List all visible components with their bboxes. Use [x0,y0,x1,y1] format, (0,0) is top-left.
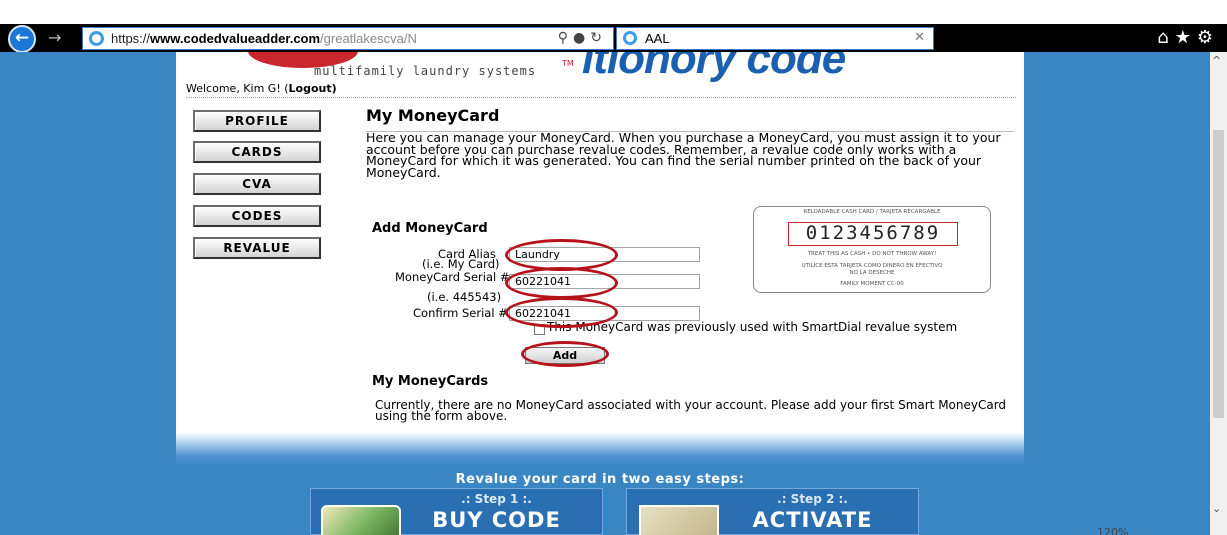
sample-card-image: RELOADABLE CASH CARD / TARJETA RECARGABL… [753,206,991,293]
step-2-label: .: Step 2 :. [777,492,848,506]
logo-header: multifamily laundry systems TM itionory … [176,52,1024,82]
highlight-oval-confirm [505,297,618,328]
ie-icon [89,31,104,46]
search-icon[interactable]: ⚲ [558,30,573,46]
sample-card-line-4: FAMILY MOMENT CC-00 [840,281,904,287]
sample-card-line-3: NO LA DESECHE [849,270,895,276]
add-moneycard-heading: Add MoneyCard [372,221,488,236]
highlight-oval-add [521,341,609,367]
sample-card-header: RELOADABLE CASH CARD / TARJETA RECARGABL… [803,209,941,215]
menu-cva-button[interactable]: CVA [193,173,321,195]
step-1-action: BUY CODE [432,508,561,532]
url-text[interactable]: https://www.codedvalueadder.com/greatlak… [111,31,417,46]
browser-toolbar: ← → https://www.codedvalueadder.com/grea… [0,24,1227,53]
smartdial-checkbox-label: This MoneyCard was previously used with … [547,320,958,334]
page-content: multifamily laundry systems TM itionory … [176,52,1024,535]
moneycard-serial-hint: (i.e. 445543) [427,290,502,304]
no-cards-message: Currently, there are no MoneyCard associ… [375,398,1007,423]
welcome-close-paren: ) [331,82,337,95]
address-bar-icons[interactable]: ⚲●↻ [558,30,607,46]
revalue-steps-heading: Revalue your card in two easy steps: [455,472,745,487]
menu-revalue-button[interactable]: REVALUE [193,237,321,259]
confirm-serial-label: Confirm Serial # [413,306,508,320]
sample-card-line-1: TREAT THIS AS CASH • DO NOT THROW AWAY! [807,251,937,257]
menu-codes-button[interactable]: CODES [193,205,321,227]
url-protocol: https:// [111,31,151,46]
page-title: My MoneyCard [366,106,500,125]
page-viewport: multifamily laundry systems TM itionory … [0,52,1210,535]
step-2-activate-banner[interactable]: .: Step 2 :. ACTIVATE [626,488,919,535]
sample-card-serial: 0123456789 [788,222,958,246]
logout-link[interactable]: Logout [289,82,332,95]
step-1-label: .: Step 1 :. [461,492,532,506]
scroll-up-icon[interactable]: ^ [1212,54,1221,67]
logo-trademark: TM [562,59,574,68]
my-moneycards-heading: My MoneyCards [372,374,489,389]
back-arrow-icon[interactable]: ← [8,25,36,53]
moneycard-serial-label: MoneyCard Serial # [395,270,510,284]
tab-title: AAL [645,31,670,46]
highlight-oval-serial [505,267,618,299]
settings-gear-icon[interactable]: ⚙ [1197,27,1219,48]
scrollbar-thumb[interactable] [1213,130,1224,418]
tab-close-icon[interactable]: ✕ [914,30,925,45]
browser-tab[interactable]: AAL ✕ [616,27,934,50]
welcome-message: Welcome, Kim G! (Logout) [186,82,337,95]
scroll-down-icon[interactable]: ⌄ [1212,502,1221,515]
refresh-icon[interactable]: ↻ [590,30,607,46]
step-2-action: ACTIVATE [752,508,873,532]
logo-subtitle: multifamily laundry systems [314,64,537,78]
water-banner [176,432,1024,466]
tab-favicon-icon [623,31,637,45]
browser-tool-icons: ⌂★⚙ [1157,27,1219,48]
url-host: www.codedvalueadder.com [150,31,321,46]
card-alias-hint: (i.e. My Card) [422,257,500,271]
zoom-level[interactable]: 120% [1097,526,1128,535]
menu-profile-button[interactable]: PROFILE [193,110,321,132]
url-path: /greatlakescva/N [320,31,417,46]
home-icon[interactable]: ⌂ [1157,27,1174,48]
address-bar[interactable]: https://www.codedvalueadder.com/greatlak… [82,27,614,50]
menu-cards-button[interactable]: CARDS [193,141,321,163]
sample-card-line-2: UTILICE ESTA TARJETA COMO DINERO EN EFEC… [801,263,943,269]
welcome-text: Welcome, Kim G! ( [186,82,289,95]
favorites-star-icon[interactable]: ★ [1175,27,1197,48]
step-1-buy-code-banner[interactable]: .: Step 1 :. BUY CODE [310,488,603,535]
forward-arrow-icon[interactable]: → [48,28,61,47]
lock-icon[interactable]: ● [573,30,590,46]
logo-wordmark: itionory code [582,52,846,82]
top-margin [0,0,1227,24]
header-divider [186,97,1016,98]
intro-text: Here you can manage your MoneyCard. When… [366,130,1001,180]
vertical-scrollbar[interactable]: ^ ⌄ [1210,52,1227,535]
